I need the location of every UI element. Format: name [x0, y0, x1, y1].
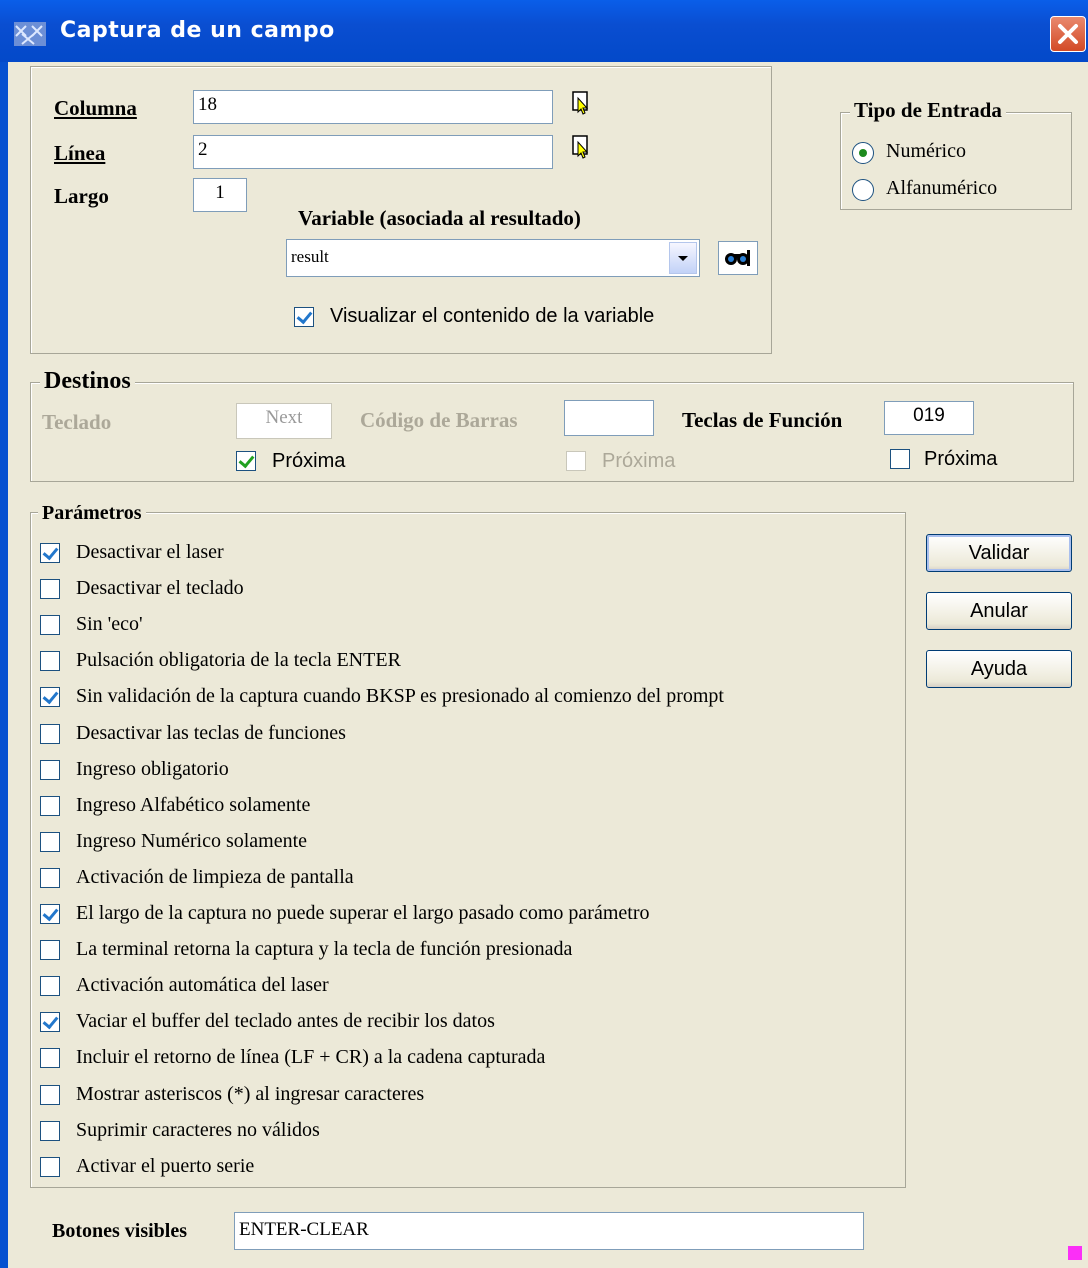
validar-button[interactable]: Validar	[926, 534, 1072, 572]
param-label: Vaciar el buffer del teclado antes de re…	[76, 1010, 495, 1032]
param-label: Activación de limpieza de pantalla	[76, 866, 354, 888]
close-icon	[1058, 24, 1078, 44]
param-label: Desactivar el teclado	[76, 577, 244, 599]
param-checkbox[interactable]	[40, 940, 60, 960]
destinos-legend: Destinos	[40, 368, 135, 395]
resize-grip-icon	[1068, 1246, 1082, 1260]
chevron-down-icon	[678, 256, 688, 261]
param-checkbox[interactable]	[40, 615, 60, 635]
window-title: Captura de un campo	[60, 18, 335, 43]
param-checkbox[interactable]	[40, 976, 60, 996]
param-label: Incluir el retorno de línea (LF + CR) a …	[76, 1046, 546, 1068]
variable-value: result	[291, 247, 329, 266]
param-checkbox[interactable]	[40, 1012, 60, 1032]
funcion-input[interactable]: 019	[884, 401, 974, 435]
param-label: Desactivar las teclas de funciones	[76, 722, 346, 744]
botones-visibles-input[interactable]: ENTER-CLEAR	[234, 1212, 864, 1250]
title-bar: Captura de un campo	[0, 0, 1088, 62]
largo-input[interactable]: 1	[193, 178, 247, 212]
param-label: Pulsación obligatoria de la tecla ENTER	[76, 649, 401, 671]
param-label: Mostrar asteriscos (*) al ingresar carac…	[76, 1083, 425, 1105]
param-label: Activación automática del laser	[76, 974, 329, 996]
param-checkbox[interactable]	[40, 1121, 60, 1141]
param-checkbox[interactable]	[40, 1085, 60, 1105]
param-label: Ingreso obligatorio	[76, 758, 229, 780]
binoculars-icon	[725, 250, 750, 266]
param-label: El largo de la captura no puede superar …	[76, 902, 650, 924]
linea-input[interactable]: 2	[193, 135, 553, 169]
param-label: Ingreso Numérico solamente	[76, 830, 308, 852]
linea-label: Línea	[54, 141, 106, 165]
app-icon	[14, 22, 46, 46]
param-checkbox[interactable]	[40, 724, 60, 744]
dropdown-button[interactable]	[669, 242, 697, 274]
param-checkbox[interactable]	[40, 1048, 60, 1068]
close-button[interactable]	[1050, 16, 1086, 52]
variable-select[interactable]: result	[286, 239, 700, 277]
barras-input[interactable]	[564, 400, 654, 436]
variable-label: Variable (asociada al resultado)	[298, 206, 581, 230]
teclado-proxima-label: Próxima	[272, 450, 346, 472]
tipo-entrada-legend: Tipo de Entrada	[850, 98, 1006, 123]
anular-button[interactable]: Anular	[926, 592, 1072, 630]
columna-label: Columna	[54, 96, 137, 120]
radio-alfanumerico[interactable]	[852, 179, 874, 201]
radio-numerico-label: Numérico	[886, 140, 966, 162]
param-label: La terminal retorna la captura y la tecl…	[76, 938, 573, 960]
barras-proxima-label: Próxima	[602, 450, 676, 472]
param-label: Sin validación de la captura cuando BKSP…	[76, 685, 724, 707]
columna-input[interactable]: 18	[193, 90, 553, 124]
param-label: Desactivar el laser	[76, 541, 224, 563]
largo-label: Largo	[54, 184, 109, 208]
param-checkbox[interactable]	[40, 687, 60, 707]
window-border	[0, 62, 8, 1268]
barras-proxima-checkbox[interactable]	[566, 451, 586, 471]
resize-grip[interactable]	[1066, 1244, 1084, 1262]
param-checkbox[interactable]	[40, 1157, 60, 1177]
variable-browse-button[interactable]	[718, 241, 758, 275]
pick-position-icon[interactable]	[570, 90, 592, 116]
visualizar-checkbox[interactable]	[294, 307, 314, 327]
param-checkbox[interactable]	[40, 651, 60, 671]
funcion-proxima-label: Próxima	[924, 448, 998, 470]
botones-visibles-label: Botones visibles	[52, 1220, 188, 1242]
funcion-proxima-checkbox[interactable]	[890, 449, 910, 469]
ayuda-button[interactable]: Ayuda	[926, 650, 1072, 688]
param-label: Ingreso Alfabético solamente	[76, 794, 311, 816]
param-checkbox[interactable]	[40, 760, 60, 780]
param-label: Sin 'eco'	[76, 613, 143, 635]
param-checkbox[interactable]	[40, 579, 60, 599]
radio-alfanumerico-label: Alfanumérico	[886, 177, 998, 199]
visualizar-label: Visualizar el contenido de la variable	[330, 305, 655, 327]
teclado-input[interactable]: Next	[236, 403, 332, 439]
funcion-label: Teclas de Función	[682, 408, 843, 432]
param-checkbox[interactable]	[40, 832, 60, 852]
teclado-label: Teclado	[42, 410, 112, 434]
param-checkbox[interactable]	[40, 868, 60, 888]
param-label: Suprimir caracteres no válidos	[76, 1119, 320, 1141]
param-checkbox[interactable]	[40, 543, 60, 563]
parametros-legend: Parámetros	[38, 502, 146, 525]
radio-numerico[interactable]	[852, 142, 874, 164]
param-checkbox[interactable]	[40, 904, 60, 924]
param-checkbox[interactable]	[40, 796, 60, 816]
teclado-proxima-checkbox[interactable]	[236, 451, 256, 471]
pick-position-icon[interactable]	[570, 134, 592, 160]
barras-label: Código de Barras	[360, 408, 518, 432]
param-label: Activar el puerto serie	[76, 1155, 255, 1177]
